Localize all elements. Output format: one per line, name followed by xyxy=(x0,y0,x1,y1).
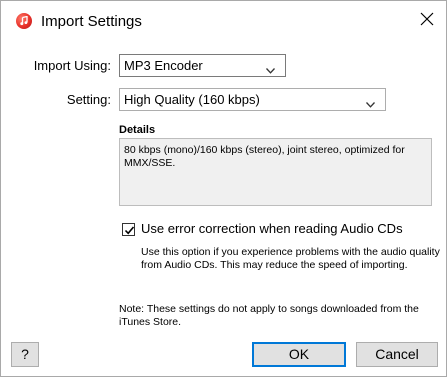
store-note: Note: These settings do not apply to son… xyxy=(119,303,419,328)
error-correction-help: Use this option if you experience proble… xyxy=(141,246,440,271)
error-correction-checkbox[interactable] xyxy=(122,223,135,236)
cancel-button[interactable]: Cancel xyxy=(356,342,438,367)
import-using-label: Import Using: xyxy=(33,58,111,73)
details-text: 80 kbps (mono)/160 kbps (stereo), joint … xyxy=(119,138,432,206)
close-icon[interactable] xyxy=(412,5,442,33)
error-correction-label[interactable]: Use error correction when reading Audio … xyxy=(141,221,403,236)
ok-button[interactable]: OK xyxy=(252,342,346,367)
setting-value: High Quality (160 kbps) xyxy=(124,92,260,107)
details-heading: Details xyxy=(119,124,156,136)
import-using-value: MP3 Encoder xyxy=(124,58,203,73)
itunes-icon xyxy=(16,13,32,29)
setting-label: Setting: xyxy=(66,92,111,107)
import-using-select[interactable]: MP3 Encoder xyxy=(119,54,286,77)
help-button[interactable]: ? xyxy=(11,342,39,367)
import-settings-dialog: Import Settings Import Using: MP3 Encode… xyxy=(0,0,447,377)
chevron-down-icon xyxy=(366,96,375,111)
window-title: Import Settings xyxy=(41,13,142,30)
title-bar: Import Settings xyxy=(1,1,446,41)
chevron-down-icon xyxy=(266,62,275,77)
setting-select[interactable]: High Quality (160 kbps) xyxy=(119,88,386,111)
